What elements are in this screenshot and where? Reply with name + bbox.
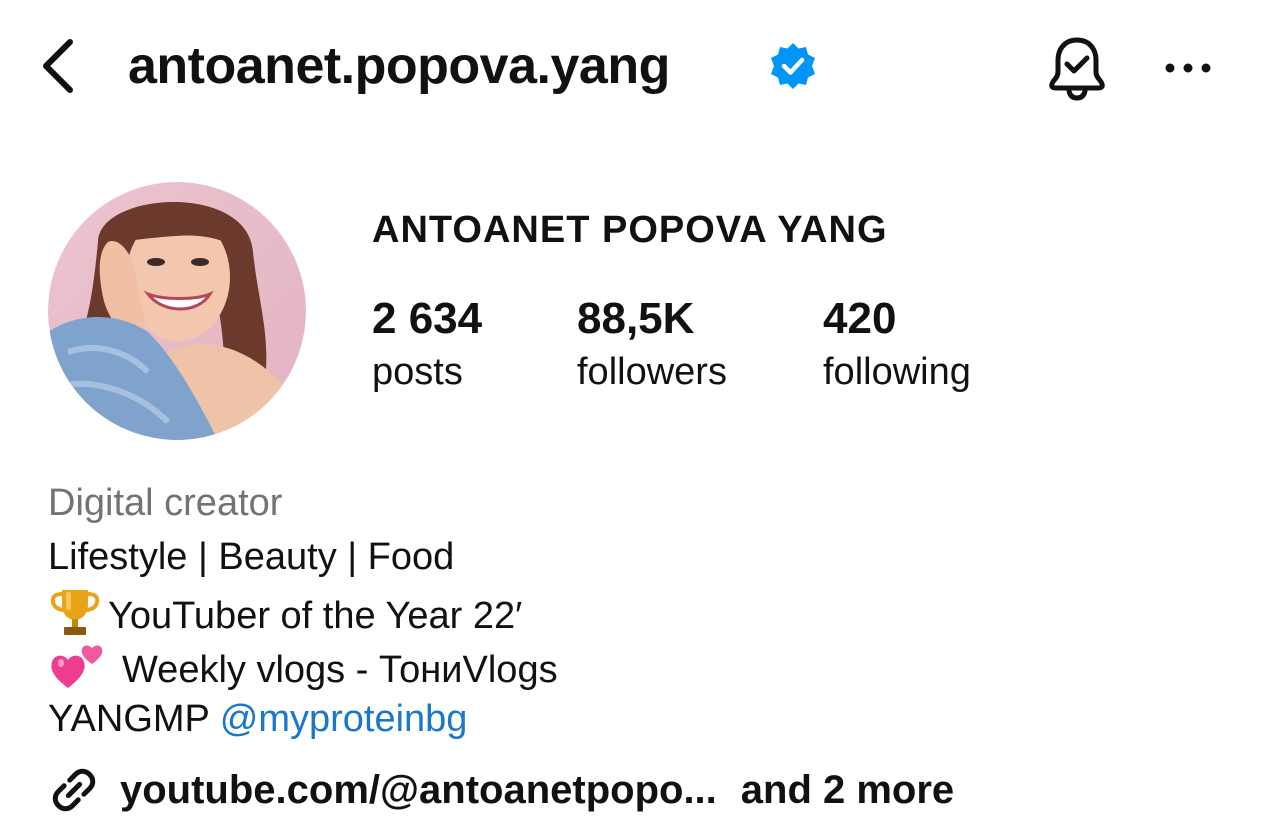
profile-page: antoanet.popova.yang ANTOANET POPOVA YAN… — [0, 0, 1284, 820]
stat-followers-value: 88,5K — [577, 294, 695, 343]
chevron-left-icon — [43, 39, 73, 93]
notifications-bell-button[interactable] — [1044, 34, 1110, 102]
two-hearts-emoji — [51, 645, 103, 688]
avatar-photo — [48, 182, 306, 440]
stat-following[interactable]: 420 following — [823, 294, 971, 396]
verified-badge-icon — [771, 43, 815, 89]
bio-line-interests: Lifestyle | Beauty | Food — [48, 536, 455, 578]
external-link[interactable]: youtube.com/@antoanetpopo... — [120, 768, 717, 813]
stat-followers-label: followers — [577, 351, 727, 393]
bio-links: youtube.com/@antoanetpopo... and 2 more — [48, 760, 954, 820]
top-bar: antoanet.popova.yang — [0, 0, 1284, 140]
profile-category: Digital creator — [48, 482, 283, 524]
bio-vlogs-text: Weekly vlogs - ТониVlogs — [122, 649, 558, 691]
bio-line-vlogs: Weekly vlogs - ТониVlogs — [48, 638, 1228, 692]
stat-followers[interactable]: 88,5K followers — [577, 294, 727, 396]
bio-line-award: YouTuber of the Year 22′ — [48, 584, 1228, 638]
mention-link[interactable]: @myproteinbg — [220, 698, 468, 740]
bell-check-icon — [1049, 37, 1105, 101]
more-options-button[interactable] — [1160, 44, 1216, 92]
stat-following-value: 420 — [823, 294, 897, 343]
link-icon — [52, 768, 96, 812]
more-horizontal-icon — [1165, 63, 1211, 73]
profile-bio: Digital creator Lifestyle | Beauty | Foo… — [48, 476, 1228, 746]
stat-posts[interactable]: 2 634 posts — [372, 294, 482, 396]
stat-posts-value: 2 634 — [372, 294, 483, 343]
profile-display-name: ANTOANET POPOVA YANG — [372, 209, 888, 251]
back-button[interactable] — [30, 34, 86, 98]
trophy-emoji — [50, 590, 100, 635]
more-links-button[interactable]: and 2 more — [741, 768, 954, 813]
bio-line-sponsor: YANGMP @myproteinbg — [48, 692, 1228, 746]
profile-avatar[interactable] — [48, 182, 306, 440]
profile-username[interactable]: antoanet.popova.yang — [128, 34, 670, 98]
bio-sponsor-prefix: YANGMP — [48, 698, 220, 740]
bio-award-text: YouTuber of the Year 22′ — [108, 595, 523, 637]
stat-posts-label: posts — [372, 351, 463, 393]
stat-following-label: following — [823, 351, 971, 393]
